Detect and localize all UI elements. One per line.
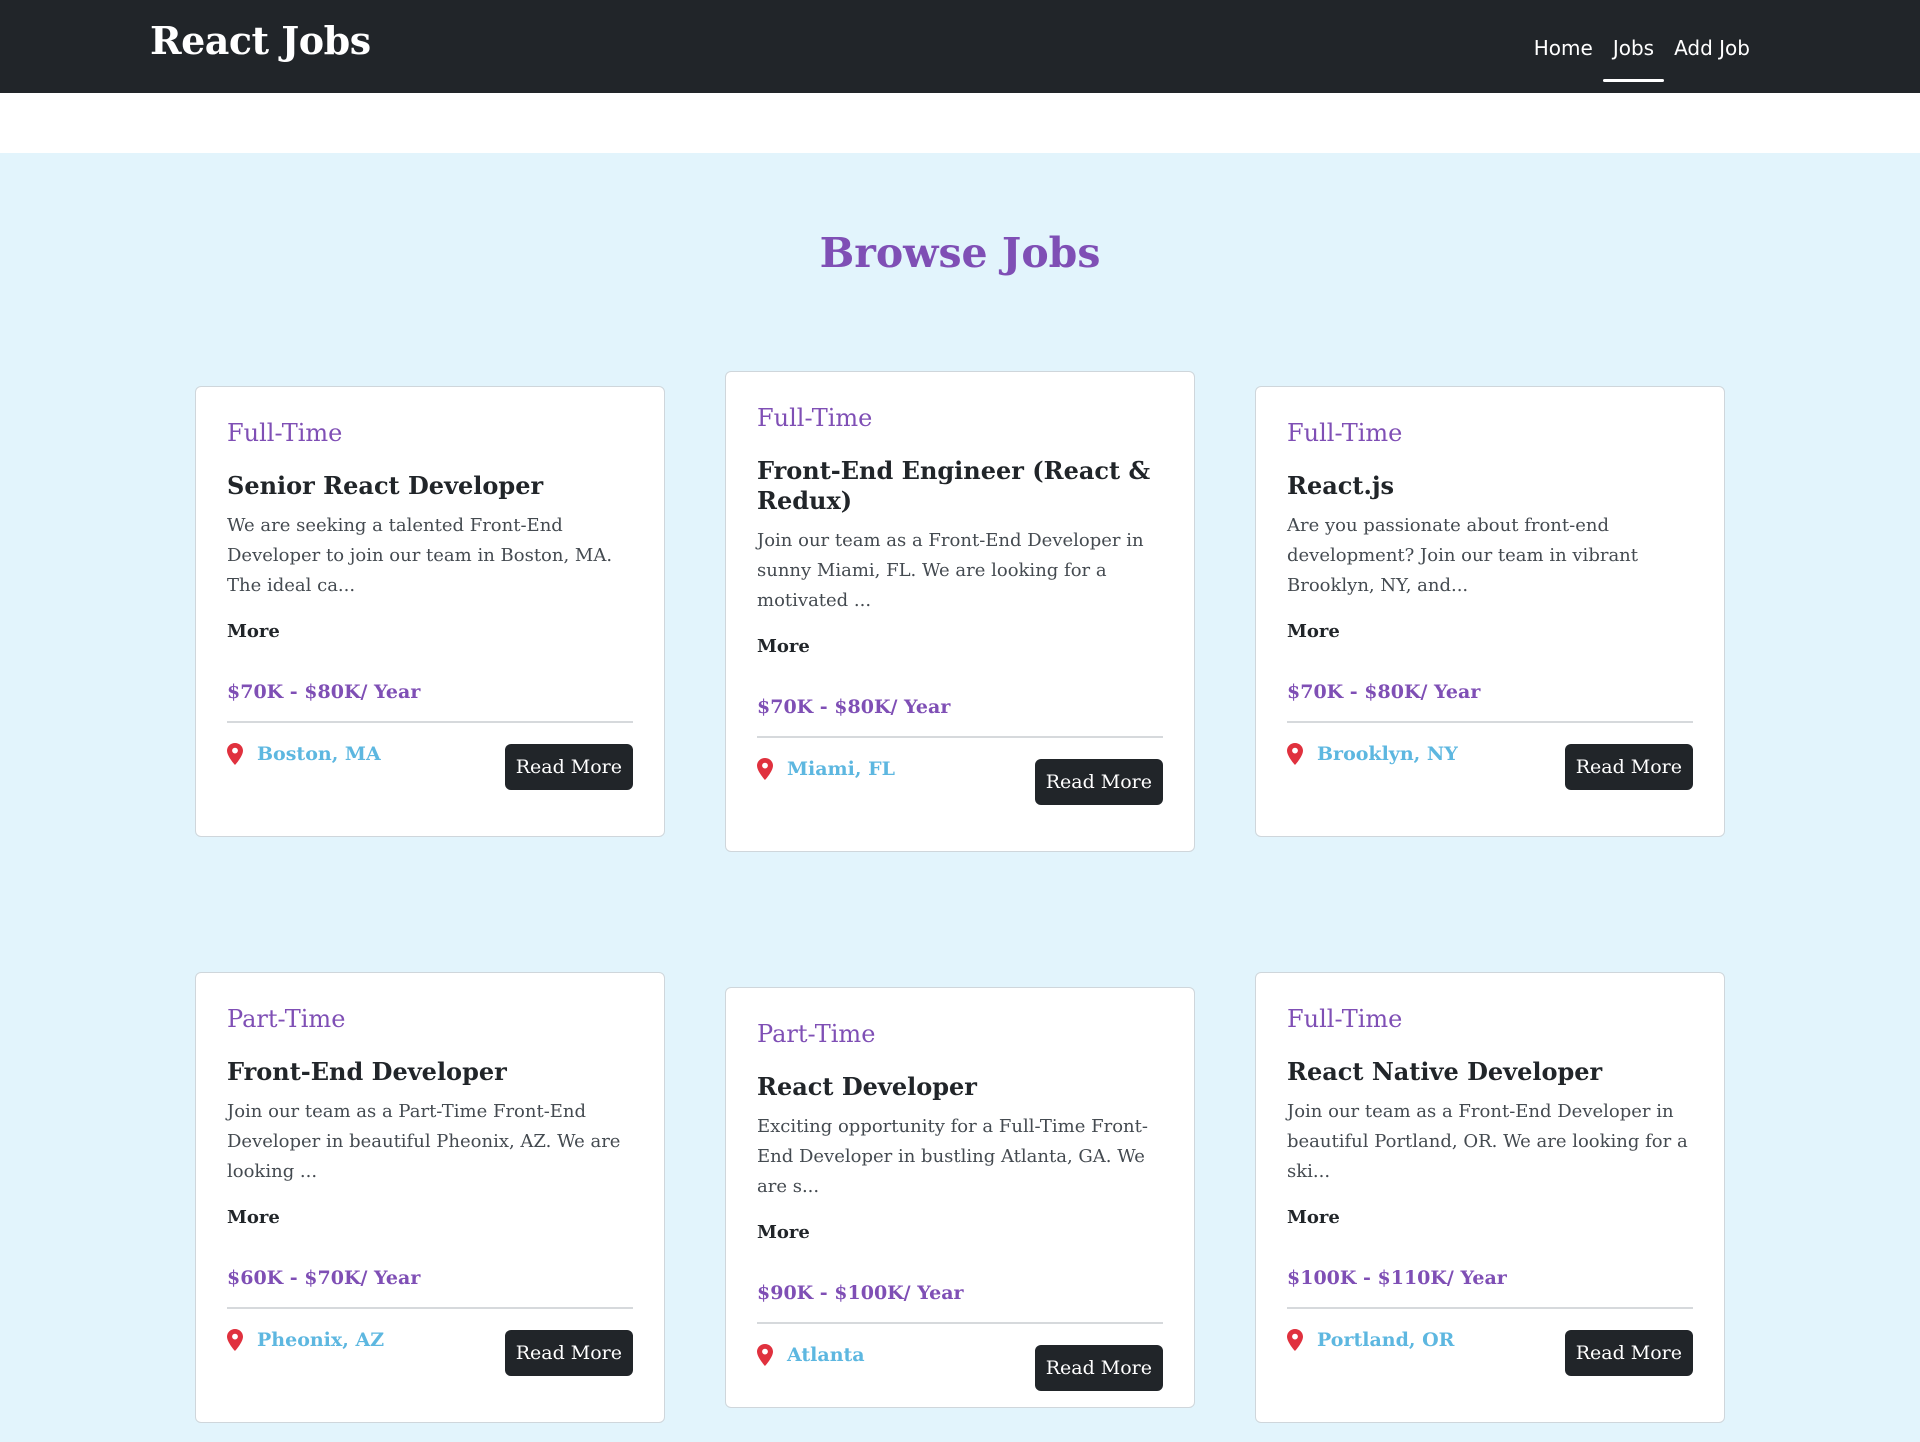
job-title: Senior React Developer [227, 471, 544, 500]
job-title: Front-End Engineer (React & Redux) [757, 456, 1151, 515]
job-location: Portland, OR [1287, 1329, 1454, 1351]
nav-link-home[interactable]: Home [1524, 0, 1603, 82]
job-salary: $70K - $80K/ Year [1287, 681, 1481, 703]
location-text: Miami, FL [787, 758, 895, 780]
card-footer: Boston, MA Read More [227, 743, 633, 813]
job-card: Full-Time Front-End Engineer (React & Re… [725, 371, 1195, 852]
job-location: Atlanta [757, 1344, 865, 1366]
top-navbar: React Jobs Home Jobs Add Job [0, 0, 1920, 93]
job-title: Front-End Developer [227, 1057, 507, 1086]
job-salary: $90K - $100K/ Year [757, 1282, 964, 1304]
job-location: Miami, FL [757, 758, 895, 780]
job-title: React.js [1287, 471, 1395, 500]
job-type: Part-Time [227, 1005, 346, 1033]
job-location: Brooklyn, NY [1287, 743, 1458, 765]
job-description: Join our team as a Front-End Developer i… [1287, 1101, 1688, 1182]
map-pin-icon [757, 1344, 773, 1366]
card-footer: Miami, FL Read More [757, 758, 1163, 828]
job-card: Part-Time Front-End Developer Join our t… [195, 972, 665, 1423]
card-divider [757, 1322, 1163, 1324]
more-toggle[interactable]: More [1287, 621, 1693, 647]
read-more-button[interactable]: Read More [1034, 1345, 1163, 1391]
job-salary: $70K - $80K/ Year [227, 681, 421, 703]
more-toggle[interactable]: More [1287, 1207, 1693, 1233]
map-pin-icon [1287, 743, 1303, 765]
more-toggle[interactable]: More [757, 1222, 1163, 1248]
job-salary: $60K - $70K/ Year [227, 1267, 421, 1289]
job-title: React Native Developer [1287, 1057, 1603, 1086]
read-more-button[interactable]: Read More [504, 744, 633, 790]
job-type: Full-Time [757, 404, 873, 432]
more-toggle[interactable]: More [227, 621, 633, 647]
card-divider [757, 736, 1163, 738]
job-card: Full-Time React Native Developer Join ou… [1255, 972, 1725, 1423]
card-divider [227, 1307, 633, 1309]
card-divider [227, 721, 633, 723]
job-salary: $70K - $80K/ Year [757, 696, 951, 718]
brand-logo-text[interactable]: React Jobs [150, 18, 371, 63]
more-toggle[interactable]: More [227, 1207, 633, 1233]
job-title: React Developer [757, 1072, 977, 1101]
map-pin-icon [227, 1329, 243, 1351]
job-location: Pheonix, AZ [227, 1329, 384, 1351]
job-type: Full-Time [1287, 1005, 1403, 1033]
job-card: Full-Time Senior React Developer We are … [195, 386, 665, 837]
read-more-button[interactable]: Read More [1564, 744, 1693, 790]
job-type: Full-Time [227, 419, 343, 447]
job-description: Join our team as a Front-End Developer i… [757, 530, 1144, 611]
card-footer: Pheonix, AZ Read More [227, 1329, 633, 1399]
card-footer: Brooklyn, NY Read More [1287, 743, 1693, 813]
header-spacer [0, 93, 1920, 153]
job-description: Join our team as a Part-Time Front-End D… [227, 1101, 621, 1182]
card-footer: Atlanta Read More [757, 1344, 1163, 1414]
location-text: Pheonix, AZ [257, 1329, 385, 1351]
map-pin-icon [757, 758, 773, 780]
job-type: Part-Time [757, 1020, 876, 1048]
card-footer: Portland, OR Read More [1287, 1329, 1693, 1399]
nav-link-jobs[interactable]: Jobs [1602, 0, 1665, 82]
nav-links: Home Jobs Add Job [1524, 0, 1760, 93]
read-more-button[interactable]: Read More [504, 1330, 633, 1376]
job-salary: $100K - $110K/ Year [1287, 1267, 1507, 1289]
card-divider [1287, 1307, 1693, 1309]
location-text: Atlanta [787, 1344, 865, 1366]
nav-link-add-job[interactable]: Add Job [1664, 0, 1760, 82]
job-description: Are you passionate about front-end devel… [1287, 515, 1638, 596]
job-type: Full-Time [1287, 419, 1403, 447]
job-card: Full-Time React.js Are you passionate ab… [1255, 386, 1725, 837]
page-title: Browse Jobs [819, 229, 1101, 277]
location-text: Brooklyn, NY [1317, 743, 1458, 765]
map-pin-icon [227, 743, 243, 765]
job-location: Boston, MA [227, 743, 381, 765]
card-divider [1287, 721, 1693, 723]
more-toggle[interactable]: More [757, 636, 1163, 662]
job-description: We are seeking a talented Front-End Deve… [227, 515, 613, 596]
read-more-button[interactable]: Read More [1564, 1330, 1693, 1376]
job-description: Exciting opportunity for a Full-Time Fro… [757, 1116, 1148, 1197]
jobs-section: Browse Jobs Full-Time Senior React Devel… [0, 153, 1920, 1442]
map-pin-icon [1287, 1329, 1303, 1351]
job-card: Part-Time React Developer Exciting oppor… [725, 987, 1195, 1408]
location-text: Boston, MA [257, 743, 381, 765]
read-more-button[interactable]: Read More [1034, 759, 1163, 805]
location-text: Portland, OR [1317, 1329, 1455, 1351]
